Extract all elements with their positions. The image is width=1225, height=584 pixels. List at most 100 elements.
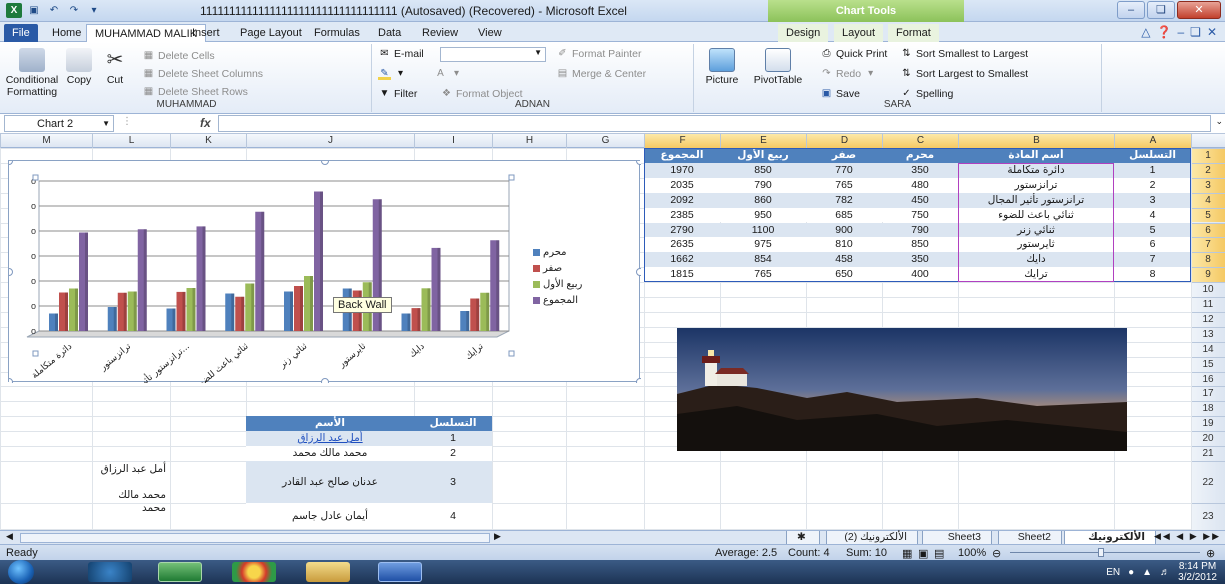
format-painter-button[interactable]: ✐ Format Painter [556, 48, 641, 60]
merge-center-button[interactable]: ▤ Merge & Center [556, 68, 646, 80]
tab-page-layout[interactable]: Page Layout [232, 24, 310, 42]
sheet-navigation[interactable]: ◀◀ ◀ ▶ ▶▶ [1154, 531, 1221, 542]
column-header[interactable]: H [492, 134, 566, 148]
font-color-button[interactable]: A ▾ [434, 68, 463, 80]
row-header[interactable]: 18 [1191, 401, 1225, 416]
page-layout-view-icon[interactable]: ▣ [918, 547, 928, 560]
workbook-restore-icon[interactable]: ❏ [1190, 25, 1201, 39]
legend-entry[interactable]: ربيع الأول [533, 279, 582, 290]
scroll-left-icon[interactable]: ◀ [6, 531, 13, 542]
column-header[interactable]: D [806, 134, 882, 148]
tray-network-icon[interactable]: ▲ [1142, 567, 1152, 578]
row-header[interactable]: 11 [1191, 297, 1225, 312]
start-button[interactable] [8, 560, 34, 584]
formula-input[interactable] [218, 115, 1211, 132]
copy-button[interactable]: Copy [62, 48, 96, 86]
chart-resize-handle[interactable] [636, 161, 642, 165]
sort-largest-to-smallest-button[interactable]: ⇅ Sort Largest to Smallest [900, 68, 1028, 80]
tab-file[interactable]: File [4, 24, 38, 42]
row-header[interactable]: 23 [1191, 502, 1225, 529]
expand-formula-bar-icon[interactable]: ⌄ [1215, 116, 1223, 127]
table2-header-cell[interactable]: التسلسل [414, 416, 492, 432]
delete-cells-button[interactable]: ▦ Delete Cells [142, 50, 215, 62]
plot-area-handle[interactable] [508, 174, 515, 181]
customize-qat-icon[interactable]: ▾ [86, 3, 102, 18]
chart-resize-handle[interactable] [636, 268, 642, 276]
close-button[interactable]: ✕ [1177, 1, 1221, 19]
horizontal-scrollbar[interactable] [20, 533, 490, 543]
tab-layout[interactable]: Layout [834, 24, 884, 42]
row-header[interactable]: 15 [1191, 356, 1225, 372]
column-header[interactable]: M [0, 134, 92, 148]
tab-review[interactable]: Review [414, 24, 466, 42]
help-icon[interactable]: ❓ [1157, 25, 1172, 39]
legend-entry[interactable]: محرم [533, 247, 567, 258]
table2-cell[interactable]: عدنان صالح عبد القادر [246, 460, 414, 503]
excel-taskbar-icon[interactable] [158, 562, 202, 582]
quick-print-button[interactable]: ⎙ Quick Print [820, 48, 888, 60]
row-header[interactable]: 14 [1191, 341, 1225, 357]
redo-icon[interactable]: ↷ [66, 3, 82, 18]
table2-header-cell[interactable]: الأسم [246, 416, 414, 432]
row-header[interactable]: 12 [1191, 311, 1225, 327]
table2-cell[interactable]: 2 [414, 446, 492, 461]
zoom-level[interactable]: 100% [958, 547, 986, 559]
tray-app-icon[interactable]: ● [1128, 567, 1134, 578]
delete-sheet-columns-button[interactable]: ▦ Delete Sheet Columns [142, 68, 263, 80]
lighthouse-photo[interactable] [677, 328, 1127, 451]
zoom-out-icon[interactable]: ⊖ [992, 547, 1001, 560]
row-header[interactable]: 2 [1191, 162, 1225, 178]
row-header[interactable]: 5 [1191, 207, 1225, 223]
row-header[interactable]: 16 [1191, 371, 1225, 387]
restore-button[interactable]: ❏ [1147, 1, 1175, 19]
tab-formulas[interactable]: Formulas [306, 24, 368, 42]
column-header[interactable]: G [566, 134, 644, 148]
column-header[interactable]: F [644, 134, 720, 148]
sheet-tab[interactable]: الألكترونيك [1064, 531, 1156, 545]
conditional-formatting-button[interactable]: Conditional Formatting [4, 48, 60, 98]
sheet-tab[interactable]: Sheet2 [998, 531, 1062, 545]
save-icon[interactable]: ▣ [26, 3, 42, 18]
column-header[interactable]: E [720, 134, 806, 148]
row-header[interactable]: 19 [1191, 416, 1225, 431]
sheet-tab[interactable]: Sheet3 [922, 531, 992, 545]
table2-cell[interactable]: 4 [414, 502, 492, 529]
font-dropdown[interactable]: ▼ [440, 47, 546, 62]
scroll-right-icon[interactable]: ▶ [494, 531, 501, 542]
sort-smallest-to-largest-button[interactable]: ⇅ Sort Smallest to Largest [900, 48, 1028, 60]
workbook-close-icon[interactable]: ✕ [1207, 25, 1217, 39]
row-header[interactable]: 3 [1191, 177, 1225, 193]
row-header[interactable]: 6 [1191, 222, 1225, 238]
row-header[interactable]: 7 [1191, 237, 1225, 253]
column-header[interactable]: J [246, 134, 414, 148]
chrome-icon[interactable] [232, 562, 276, 582]
cells-area[interactable]: التسلسل أسم المادة محرم صفر ربيع الأول المجمو… [0, 148, 1192, 530]
chart-resize-handle[interactable] [321, 161, 329, 165]
chart-resize-handle[interactable] [636, 378, 642, 384]
column-header[interactable]: I [414, 134, 492, 148]
zoom-in-icon[interactable]: ⊕ [1206, 547, 1215, 560]
chevron-down-icon[interactable]: ▼ [102, 116, 110, 131]
email-button[interactable]: ✉ E-mail [378, 48, 423, 60]
chart-resize-handle[interactable] [9, 268, 13, 276]
picture-button[interactable]: Picture [698, 48, 746, 86]
zoom-slider[interactable] [1010, 552, 1200, 553]
page-break-view-icon[interactable]: ▤ [934, 547, 944, 560]
delete-sheet-rows-button[interactable]: ▦ Delete Sheet Rows [142, 86, 248, 98]
select-all-corner[interactable] [1191, 134, 1225, 148]
table2-cell[interactable]: أمل عبد الرزاق [246, 431, 414, 446]
name-box[interactable]: Chart 2 ▼ [4, 115, 114, 132]
redo-button[interactable]: ↷ Redo ▾ [820, 68, 877, 80]
system-clock[interactable]: 8:14 PM 3/2/2012 [1178, 561, 1217, 583]
cell-l22-text-a[interactable]: أمل عبد الرزاق [96, 463, 166, 476]
undo-icon[interactable]: ↶ [46, 3, 62, 18]
pivottable-button[interactable]: PivotTable [750, 48, 806, 86]
legend-entry[interactable]: المجموع [533, 295, 578, 306]
chart-resize-handle[interactable] [321, 378, 329, 384]
zoom-slider-thumb[interactable] [1098, 548, 1104, 557]
row-header[interactable]: 22 [1191, 460, 1225, 503]
minimize-button[interactable]: – [1117, 1, 1145, 19]
fill-color-button[interactable]: ✎ ▾ [378, 68, 407, 80]
media-player-icon[interactable] [88, 562, 132, 582]
chart-object[interactable]: o o o o o o o دائرة متكاملة ترانزستور ترانزستور ت… [8, 160, 642, 384]
